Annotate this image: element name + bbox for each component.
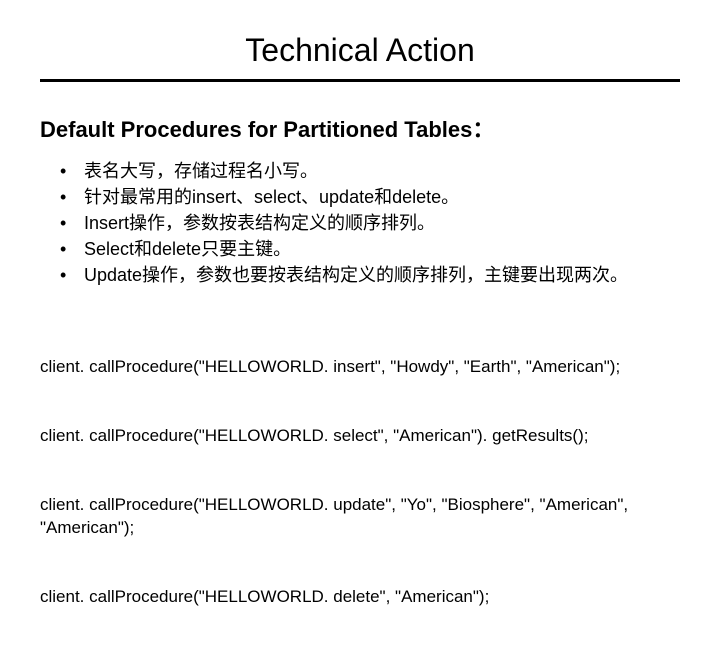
- code-line: client. callProcedure("HELLOWORLD. selec…: [40, 425, 680, 448]
- bullet-list: 表名大写，存储过程名小写。 针对最常用的insert、select、update…: [40, 158, 680, 288]
- code-line: client. callProcedure("HELLOWORLD. delet…: [40, 586, 680, 609]
- code-line: client. callProcedure("HELLOWORLD. updat…: [40, 494, 680, 540]
- list-item: Select和delete只要主键。: [68, 236, 680, 262]
- page-title: Technical Action: [40, 32, 680, 69]
- list-item: 表名大写，存储过程名小写。: [68, 158, 680, 184]
- title-divider: [40, 79, 680, 82]
- code-block: client. callProcedure("HELLOWORLD. inser…: [40, 310, 680, 654]
- code-line: client. callProcedure("HELLOWORLD. inser…: [40, 356, 680, 379]
- list-item: Insert操作，参数按表结构定义的顺序排列。: [68, 210, 680, 236]
- list-item: Update操作，参数也要按表结构定义的顺序排列，主键要出现两次。: [68, 262, 680, 288]
- section-subtitle: Default Procedures for Partitioned Table…: [40, 112, 680, 144]
- list-item: 针对最常用的insert、select、update和delete。: [68, 184, 680, 210]
- slide: Technical Action Default Procedures for …: [0, 0, 720, 540]
